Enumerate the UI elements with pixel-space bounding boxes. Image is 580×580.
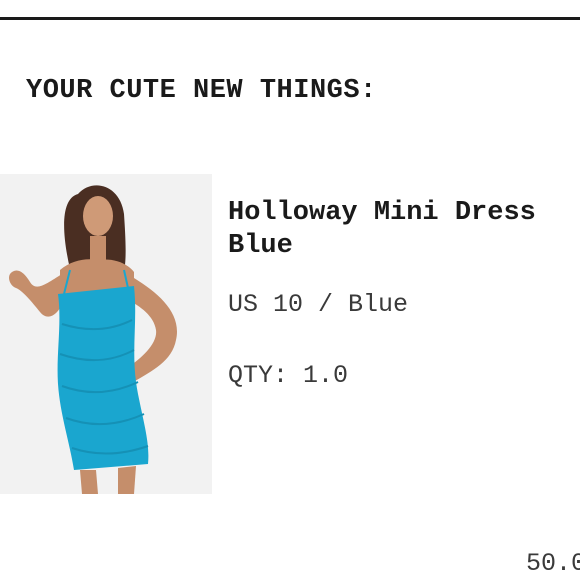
product-price: 50.0 <box>526 549 580 578</box>
section-heading: YOUR CUTE NEW THINGS: <box>26 76 377 106</box>
dress-photo-icon <box>0 174 212 494</box>
product-variant: US 10 / Blue <box>228 290 409 319</box>
product-quantity: QTY: 1.0 <box>228 361 349 390</box>
product-name[interactable]: Holloway Mini Dress Blue <box>228 197 536 263</box>
product-name-line2: Blue <box>228 231 293 261</box>
top-divider <box>0 17 580 20</box>
product-image[interactable] <box>0 174 212 494</box>
product-name-line1: Holloway Mini Dress <box>228 198 536 228</box>
